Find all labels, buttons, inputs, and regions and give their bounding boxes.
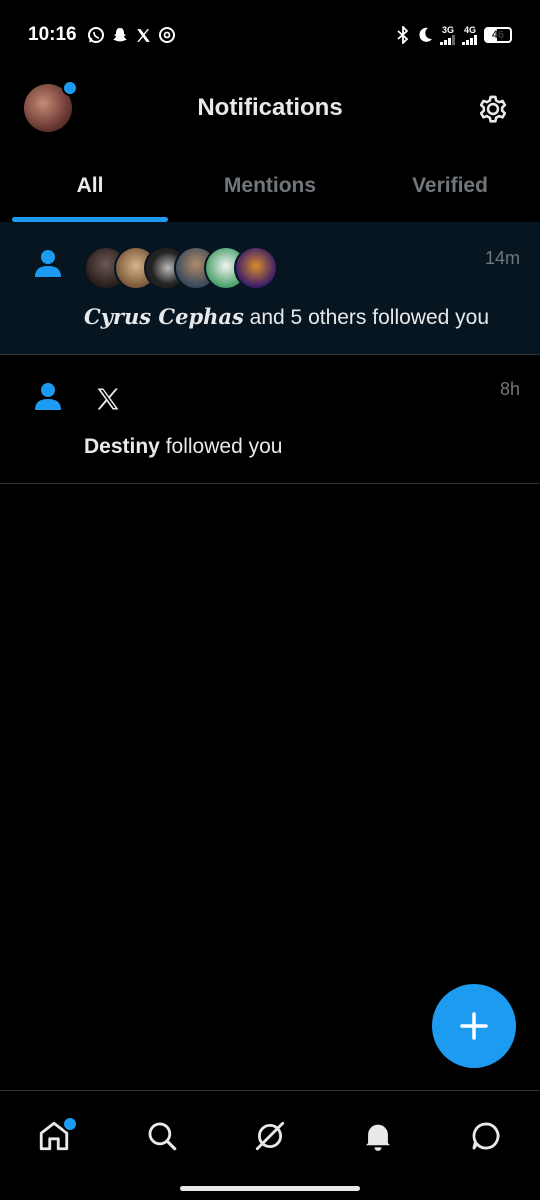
home-notification-dot [62, 1116, 78, 1132]
person-icon [33, 381, 63, 411]
user-name[interactable]: Destiny [84, 435, 160, 458]
status-bar: 10:16 3G 4G 46 [0, 0, 540, 70]
follower-avatars [84, 246, 278, 290]
tab-mentions[interactable]: Mentions [180, 150, 360, 222]
notification-message: followed you [159, 435, 283, 458]
notification-time: 14m [484, 248, 520, 268]
tab-bar: All Mentions Verified [0, 150, 540, 223]
notification-time: 8h [499, 379, 520, 399]
header: Notifications [0, 72, 540, 144]
user-name[interactable]: Cyrus Cephas [84, 304, 244, 329]
notification-item[interactable]: 8h Destiny followed you [0, 355, 540, 484]
tab-verified[interactable]: Verified [360, 150, 540, 222]
bluetooth-icon [396, 26, 410, 44]
messages-icon [472, 1122, 500, 1150]
bell-icon [365, 1124, 391, 1151]
x-logo-icon[interactable] [94, 385, 122, 413]
whatsapp-icon [87, 26, 105, 44]
bottom-nav [0, 1090, 540, 1181]
threads-icon [158, 26, 176, 44]
avatar-notification-dot [62, 80, 78, 96]
compose-button[interactable] [432, 984, 516, 1068]
network-4g-indicator: 4G [462, 24, 478, 45]
tab-verified-label: Verified [412, 174, 488, 197]
network-3g-label: 3G [441, 24, 454, 35]
notification-text: Cyrus Cephas and 5 others followed you [84, 304, 489, 330]
tab-all[interactable]: All [0, 150, 180, 222]
plus-icon [460, 1012, 488, 1040]
x-icon [135, 27, 152, 44]
nav-messages[interactable] [456, 1106, 516, 1166]
nav-home[interactable] [24, 1106, 84, 1166]
tab-all-label: All [76, 174, 104, 197]
tab-mentions-label: Mentions [223, 174, 317, 197]
nav-notifications[interactable] [348, 1106, 408, 1166]
grok-icon [255, 1121, 285, 1151]
moon-icon [416, 26, 434, 44]
battery-level: 46 [491, 29, 505, 41]
notification-item[interactable]: 14m Cyrus Cephas and 5 others followed y… [0, 222, 540, 355]
notification-text: Destiny followed you [84, 435, 282, 459]
person-icon [33, 248, 63, 278]
nav-search[interactable] [132, 1106, 192, 1166]
snapchat-icon [111, 26, 129, 44]
network-4g-label: 4G [463, 24, 476, 35]
status-left: 10:16 [28, 24, 176, 46]
page-title: Notifications [197, 94, 343, 121]
status-right: 3G 4G 46 [396, 24, 512, 45]
home-indicator[interactable] [180, 1186, 360, 1191]
search-icon [148, 1122, 177, 1151]
nav-grok[interactable] [240, 1106, 300, 1166]
notification-message: and 5 others followed you [243, 306, 490, 329]
status-time: 10:16 [28, 24, 77, 45]
battery-indicator: 46 [484, 27, 512, 43]
follower-avatar[interactable] [234, 246, 278, 290]
network-3g-indicator: 3G [440, 24, 456, 45]
gear-icon[interactable] [476, 92, 510, 126]
